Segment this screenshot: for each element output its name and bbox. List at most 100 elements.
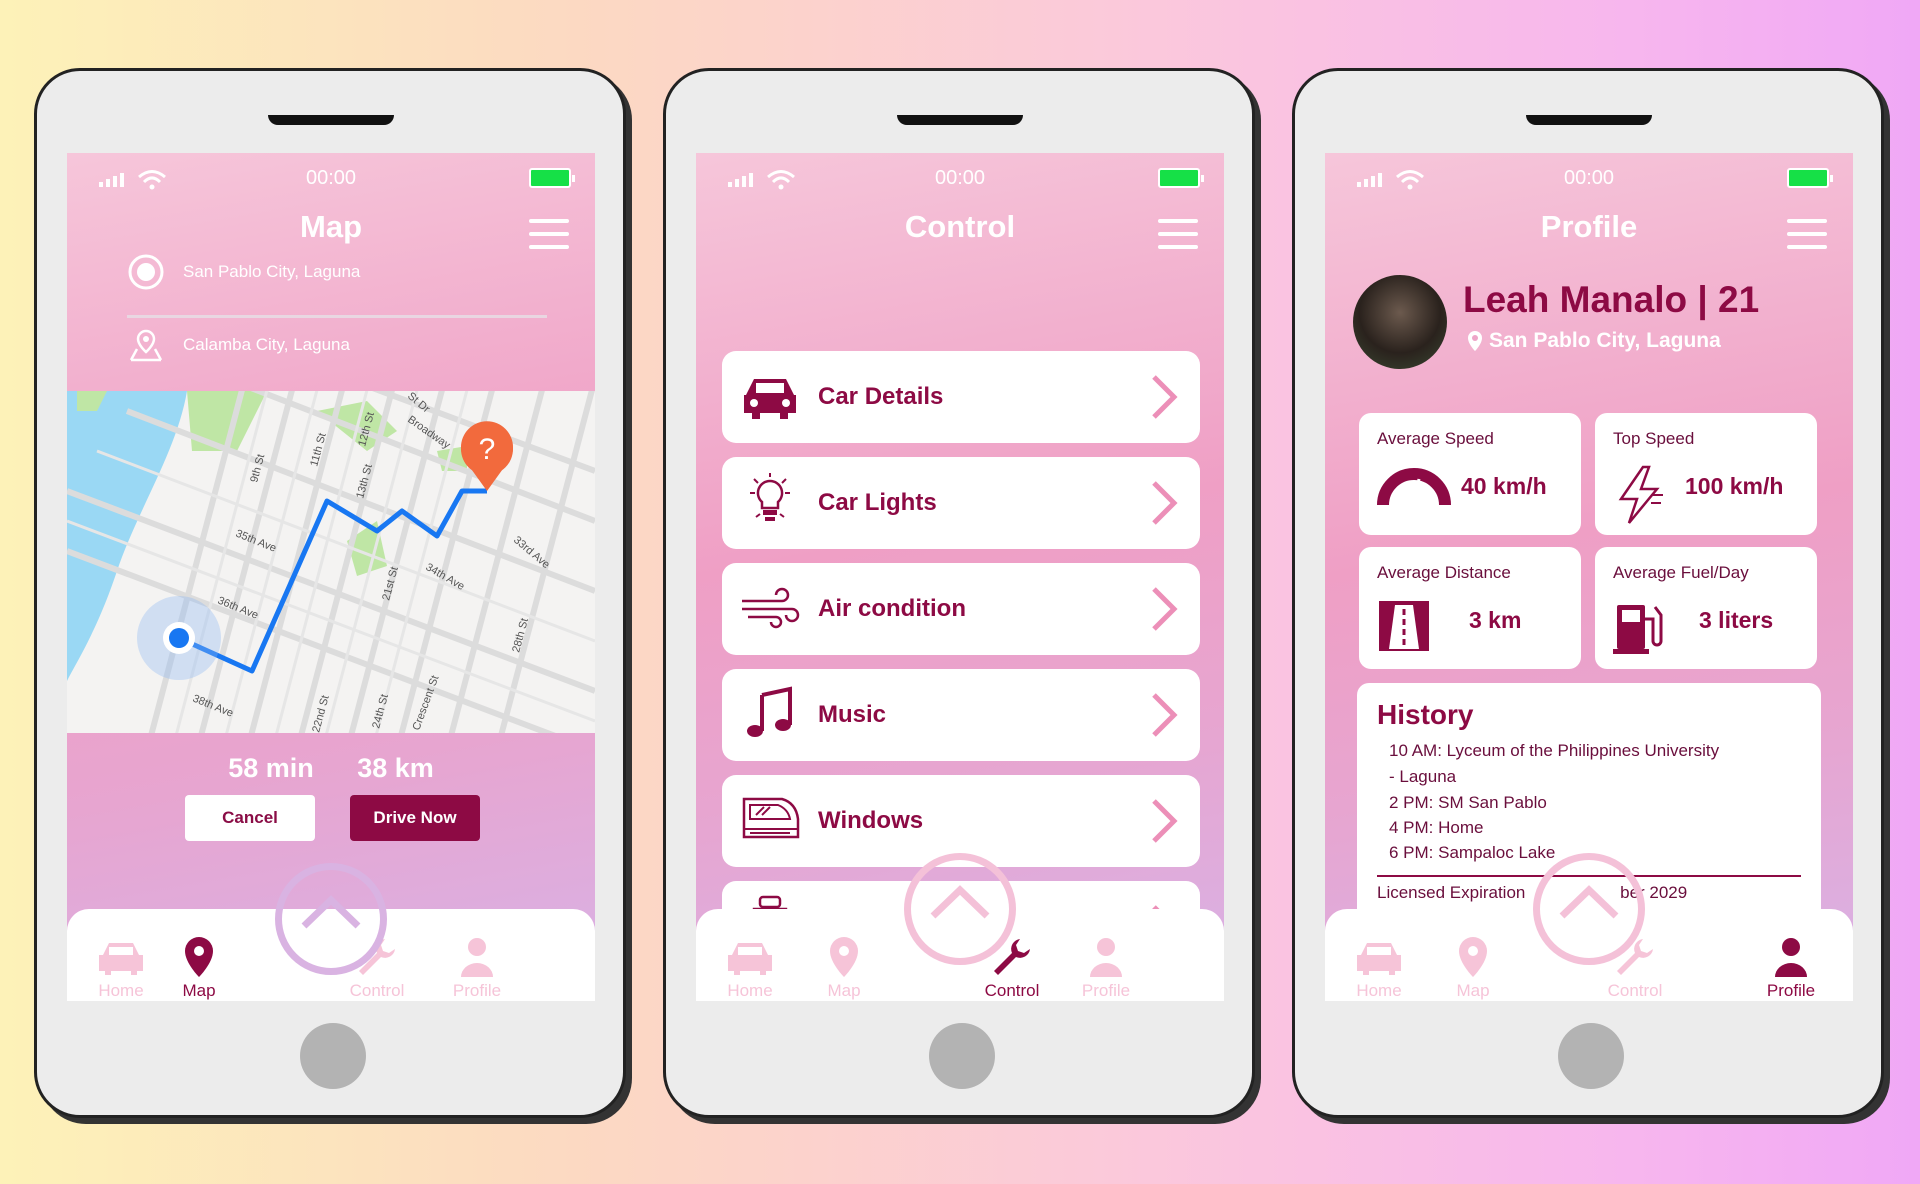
phone-profile: 00:00 Profile Leah Manalo | 21 San Pablo… <box>1292 68 1884 1118</box>
phone-home-button[interactable] <box>929 1023 995 1089</box>
avatar[interactable] <box>1353 275 1447 369</box>
control-item-music[interactable]: Music <box>722 669 1200 761</box>
speaker <box>268 115 394 125</box>
stat-average-speed: Average Speed 40 km/h <box>1359 413 1581 535</box>
expand-button[interactable] <box>275 863 387 975</box>
history-item: - Laguna <box>1389 767 1457 786</box>
road-icon <box>1379 601 1429 651</box>
control-item-label: Air condition <box>818 595 966 622</box>
history-item: 6 PM: Sampaloc Lake <box>1389 843 1556 862</box>
history-title: History <box>1377 699 1474 730</box>
destination-text: Calamba City, Laguna <box>183 335 350 354</box>
menu-icon[interactable] <box>1158 219 1198 258</box>
map-pin-icon <box>185 937 213 977</box>
nav-map[interactable]: Map <box>1433 935 1513 1001</box>
nav-control-label: Control <box>1607 981 1663 1000</box>
origin-text: San Pablo City, Laguna <box>183 262 361 281</box>
clock: 00:00 <box>305 167 357 189</box>
stat-value: 3 km <box>1469 607 1522 633</box>
nav-profile[interactable]: Profile <box>1066 935 1146 1001</box>
window-icon <box>742 797 800 839</box>
person-icon <box>1090 938 1122 977</box>
expand-button[interactable] <box>904 853 1016 965</box>
speedometer-icon <box>1377 468 1451 506</box>
status-bar: 00:00 <box>696 167 1224 197</box>
nav-profile-label: Profile <box>1766 981 1816 1000</box>
chevron-right-icon <box>1152 693 1178 737</box>
music-note-icon <box>747 686 792 737</box>
lightning-icon <box>1618 465 1663 524</box>
nav-home[interactable]: Home <box>710 935 790 1001</box>
nav-home-label: Home <box>98 981 144 1000</box>
svg-text:24th St: 24th St <box>370 693 391 730</box>
control-item-label: Music <box>818 701 887 728</box>
nav-home-label: Home <box>727 981 773 1000</box>
phone-home-button[interactable] <box>300 1023 366 1089</box>
chevron-right-icon <box>1152 481 1178 525</box>
drive-now-button[interactable]: Drive Now <box>350 795 480 841</box>
stat-label: Average Speed <box>1377 429 1494 448</box>
battery-icon <box>529 168 575 188</box>
phone-home-button[interactable] <box>1558 1023 1624 1089</box>
wind-icon <box>742 587 800 629</box>
car-icon <box>744 379 796 419</box>
control-item-air-condition[interactable]: Air condition <box>722 563 1200 655</box>
stat-average-fuel: Average Fuel/Day 3 liters <box>1595 547 1817 669</box>
trip-duration: 58 min <box>228 753 314 783</box>
fuel-pump-icon <box>1613 605 1663 654</box>
nav-map-label: Map <box>182 981 216 1000</box>
battery-icon <box>1787 168 1833 188</box>
stat-value: 40 km/h <box>1461 473 1547 499</box>
origin-icon <box>128 254 164 290</box>
map-pin-icon <box>1459 937 1487 977</box>
menu-icon[interactable] <box>529 219 569 258</box>
chevron-up-icon <box>930 885 990 919</box>
nav-control-label: Control <box>349 981 405 1000</box>
page-title: Map <box>300 209 362 244</box>
nav-home-label: Home <box>1356 981 1402 1000</box>
page-title: Profile <box>1540 209 1638 244</box>
speaker <box>1526 115 1652 125</box>
destination-row[interactable]: Calamba City, Laguna <box>127 327 350 363</box>
stat-value: 3 liters <box>1699 607 1774 633</box>
nav-profile[interactable]: Profile <box>1751 935 1831 1001</box>
nav-map[interactable]: Map <box>159 935 239 1001</box>
clock: 00:00 <box>934 167 986 189</box>
profile-location: San Pablo City, Laguna <box>1467 329 1721 353</box>
chevron-right-icon <box>1152 375 1178 419</box>
control-item-label: Car Details <box>818 383 944 410</box>
cancel-button[interactable]: Cancel <box>185 795 315 841</box>
nav-map[interactable]: Map <box>804 935 884 1001</box>
license-label: Licensed Expiration <box>1377 883 1526 902</box>
lightbulb-icon <box>750 473 790 521</box>
stat-label: Average Fuel/Day <box>1613 563 1749 582</box>
control-item-label: Windows <box>818 807 924 834</box>
profile-name: Leah Manalo | 21 <box>1463 279 1760 320</box>
phone-map: 00:00 Map San Pablo City, Laguna Calamba… <box>34 68 626 1118</box>
car-icon <box>1357 943 1401 975</box>
control-item-label: Car Lights <box>818 489 937 516</box>
nav-home[interactable]: Home <box>1339 935 1419 1001</box>
nav-profile-label: Profile <box>452 981 502 1000</box>
control-item-car-details[interactable]: Car Details <box>722 351 1200 443</box>
chevron-up-icon <box>301 895 361 929</box>
trip-summary: 58 min 38 km <box>67 753 595 784</box>
map-pin-icon <box>830 937 858 977</box>
car-icon <box>728 943 772 975</box>
battery-icon <box>1158 168 1204 188</box>
nav-profile-label: Profile <box>1081 981 1131 1000</box>
expand-button[interactable] <box>1533 853 1645 965</box>
stat-value: 100 km/h <box>1685 473 1784 499</box>
origin-row[interactable]: San Pablo City, Laguna <box>127 253 360 291</box>
nav-profile[interactable]: Profile <box>437 935 517 1001</box>
route-map[interactable]: ? 9th St 11th St 12th St 13th St 21st St… <box>67 368 595 754</box>
destination-pin-icon <box>129 329 163 362</box>
history-item: 4 PM: Home <box>1389 818 1484 837</box>
menu-icon[interactable] <box>1787 219 1827 258</box>
control-item-car-lights[interactable]: Car Lights <box>722 457 1200 549</box>
phone-control: 00:00 Control Car Details Car Lights Air… <box>663 68 1255 1118</box>
chevron-right-icon <box>1152 587 1178 631</box>
nav-home[interactable]: Home <box>81 935 161 1001</box>
history-item: 10 AM: Lyceum of the Philippines Univers… <box>1389 741 1720 760</box>
chevron-right-icon <box>1152 799 1178 843</box>
